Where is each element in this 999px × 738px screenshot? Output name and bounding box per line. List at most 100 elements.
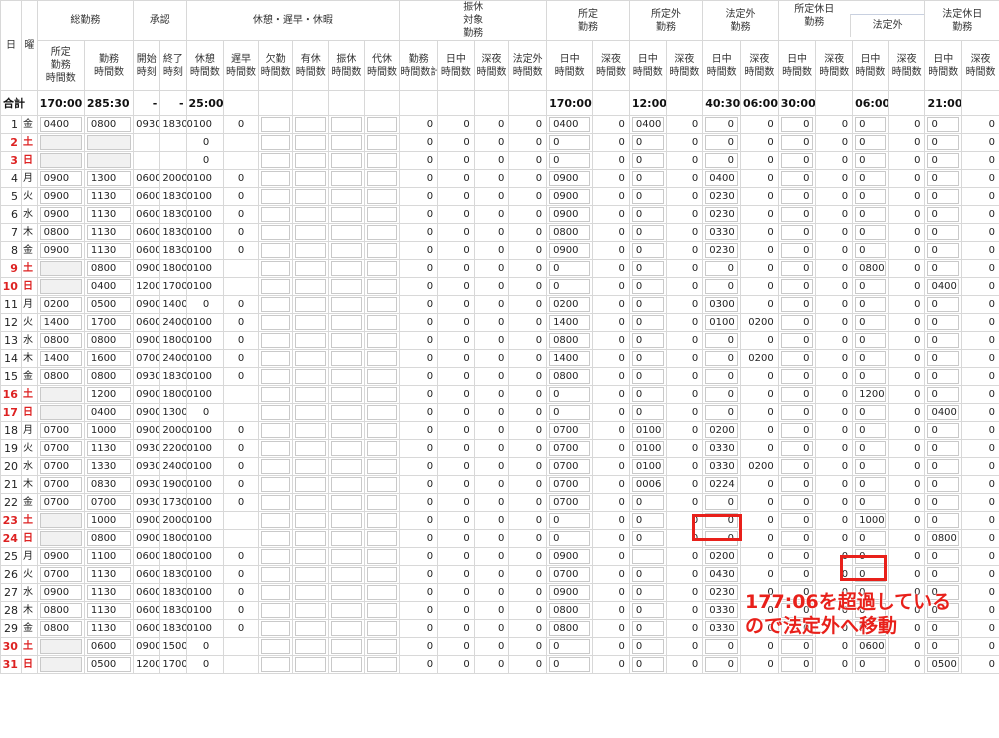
value-input[interactable] [260, 639, 291, 654]
value-input[interactable] [331, 171, 362, 186]
value-input[interactable]: 0800 [86, 261, 132, 276]
value-input[interactable]: 0400 [927, 405, 960, 420]
value-input[interactable] [331, 567, 362, 582]
value-input[interactable] [331, 477, 362, 492]
value-input[interactable]: 0 [927, 135, 960, 150]
value-input[interactable]: 0900 [549, 207, 591, 222]
value-input[interactable] [260, 315, 291, 330]
value-input[interactable]: 0100 [631, 441, 664, 456]
value-input[interactable]: 1300 [86, 171, 132, 186]
value-input[interactable] [331, 639, 362, 654]
value-input[interactable]: 0400 [705, 171, 738, 186]
value-input[interactable]: 0330 [705, 603, 738, 618]
value-input[interactable] [260, 135, 291, 150]
value-input[interactable] [295, 477, 327, 492]
value-input[interactable]: 0700 [549, 423, 591, 438]
value-input[interactable] [331, 261, 362, 276]
value-input[interactable] [331, 513, 362, 528]
value-input[interactable]: 0 [631, 639, 664, 654]
value-input[interactable]: 0 [780, 459, 814, 474]
value-input[interactable]: 0 [780, 243, 814, 258]
value-input[interactable] [331, 531, 362, 546]
value-input[interactable]: 0700 [39, 567, 82, 582]
value-input[interactable]: 0 [780, 657, 814, 672]
value-input[interactable]: 1000 [86, 513, 132, 528]
value-input[interactable] [366, 603, 398, 618]
value-input[interactable]: 0 [927, 639, 960, 654]
value-input[interactable]: 0 [927, 297, 960, 312]
value-input[interactable]: 0 [855, 405, 886, 420]
value-input[interactable]: 0 [631, 585, 664, 600]
value-input[interactable]: 0 [927, 153, 960, 168]
value-input[interactable]: 1130 [86, 225, 132, 240]
value-input[interactable]: 0200 [705, 549, 738, 564]
value-input[interactable]: 0 [855, 459, 886, 474]
value-input[interactable] [366, 369, 398, 384]
value-input[interactable]: 0700 [549, 441, 591, 456]
value-input[interactable] [366, 243, 398, 258]
value-input[interactable]: 0800 [549, 333, 591, 348]
value-input[interactable]: 0 [705, 333, 738, 348]
value-input[interactable]: 0 [631, 387, 664, 402]
value-input[interactable]: 0 [855, 189, 886, 204]
value-input[interactable] [295, 441, 327, 456]
value-input[interactable]: 1130 [86, 189, 132, 204]
value-input[interactable]: 0 [855, 207, 886, 222]
value-input[interactable]: 0 [855, 171, 886, 186]
value-input[interactable] [260, 369, 291, 384]
value-input[interactable]: 0 [631, 567, 664, 582]
value-input[interactable] [226, 532, 256, 545]
value-input[interactable] [366, 585, 398, 600]
value-input[interactable]: 0800 [86, 333, 132, 348]
value-input[interactable]: 0100 [705, 315, 738, 330]
value-input[interactable]: 0 [226, 298, 256, 311]
value-input[interactable] [260, 153, 291, 168]
value-input[interactable]: 1000 [86, 423, 132, 438]
value-input[interactable] [366, 495, 398, 510]
value-input[interactable]: 0 [780, 189, 814, 204]
value-input[interactable]: 0400 [86, 405, 132, 420]
value-input[interactable] [295, 567, 327, 582]
value-input[interactable] [295, 333, 327, 348]
value-input[interactable] [226, 406, 256, 419]
value-input[interactable]: 0700 [549, 567, 591, 582]
value-input[interactable]: 0400 [39, 117, 82, 132]
value-input[interactable]: 0 [226, 334, 256, 347]
value-input[interactable]: 0 [855, 333, 886, 348]
value-input[interactable] [295, 423, 327, 438]
value-input[interactable]: 0 [631, 603, 664, 618]
value-input[interactable]: 0330 [705, 225, 738, 240]
value-input[interactable]: 0 [631, 657, 664, 672]
value-input[interactable] [260, 585, 291, 600]
value-input[interactable] [295, 513, 327, 528]
value-input[interactable]: 0400 [86, 279, 132, 294]
value-input[interactable]: 0 [780, 531, 814, 546]
value-input[interactable]: 0900 [549, 585, 591, 600]
value-input[interactable]: 0 [226, 604, 256, 617]
value-input[interactable]: 0 [780, 567, 814, 582]
value-input[interactable] [366, 639, 398, 654]
value-input[interactable] [366, 621, 398, 636]
value-input[interactable]: 0 [549, 135, 591, 150]
value-input[interactable]: 0 [927, 351, 960, 366]
value-input[interactable]: 0800 [39, 621, 82, 636]
value-input[interactable] [260, 513, 291, 528]
value-input[interactable]: 1400 [39, 315, 82, 330]
value-input[interactable] [331, 405, 362, 420]
value-input[interactable]: 0 [927, 171, 960, 186]
value-input[interactable] [295, 261, 327, 276]
value-input[interactable]: 0 [705, 405, 738, 420]
value-input[interactable] [260, 423, 291, 438]
value-input[interactable]: 0700 [39, 423, 82, 438]
value-input[interactable]: 0 [780, 639, 814, 654]
value-input[interactable]: 0600 [855, 639, 886, 654]
value-input[interactable] [366, 387, 398, 402]
value-input[interactable] [295, 171, 327, 186]
value-input[interactable]: 0600 [86, 639, 132, 654]
value-input[interactable]: 0800 [86, 369, 132, 384]
value-input[interactable]: 0 [705, 351, 738, 366]
value-input[interactable] [331, 369, 362, 384]
value-input[interactable] [295, 315, 327, 330]
value-input[interactable]: 0 [855, 531, 886, 546]
value-input[interactable] [295, 495, 327, 510]
